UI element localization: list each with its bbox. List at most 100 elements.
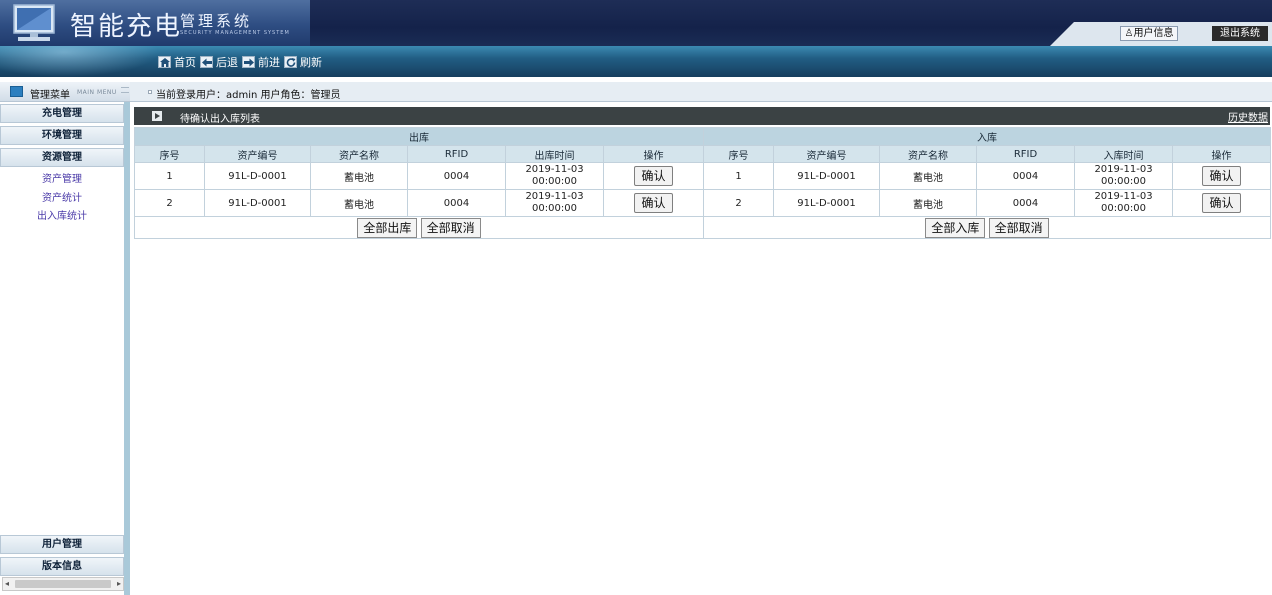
cell-time: 2019-11-03 00:00:00 <box>505 189 604 217</box>
menu-title-en: MAIN MENU <box>77 89 117 96</box>
table-row: 2 91L-D-0001 蓄电池 0004 2019-11-03 00:00:00… <box>134 189 704 217</box>
cell-clock: 00:00:00 <box>532 176 577 187</box>
outbound-table: 出库 序号 资产编号 资产名称 RFID 出库时间 操作 1 91L-D-000… <box>134 127 704 239</box>
confirm-button[interactable]: 确认 <box>634 166 673 186</box>
outbound-section-title: 出库 <box>134 127 704 146</box>
inbound-footer: 全部入库 全部取消 <box>703 216 1271 239</box>
cell-time: 2019-11-03 00:00:00 <box>1074 189 1173 217</box>
history-data-link[interactable]: 历史数据 <box>1228 109 1268 124</box>
panel-title-bar <box>134 107 1270 125</box>
sidebar-item-asset-statistics[interactable]: 资产统计 <box>0 189 124 204</box>
app-header: 智能充电 管理系统 SECURITY MANAGEMENT SYSTEM ♙用户… <box>0 0 1272 46</box>
column-header: RFID <box>407 145 506 163</box>
current-user-info: 当前登录用户：admin 用户角色：管理员 <box>156 90 341 101</box>
app-title: 智能充电 <box>70 12 183 42</box>
column-header: RFID <box>976 145 1075 163</box>
cell-asset-id: 91L-D-0001 <box>204 189 311 217</box>
app-subtitle-en: SECURITY MANAGEMENT SYSTEM <box>180 30 290 36</box>
cell-no: 2 <box>703 189 774 217</box>
play-icon <box>152 111 162 121</box>
sidebar-scrollbar[interactable]: ◂ ▸ <box>2 577 124 591</box>
cell-action: 确认 <box>603 189 704 217</box>
inbound-cancel-all-button[interactable]: 全部取消 <box>988 217 1049 238</box>
home-icon <box>158 56 171 68</box>
refresh-icon <box>284 56 297 68</box>
cell-clock: 00:00:00 <box>1101 203 1146 214</box>
cell-clock: 00:00:00 <box>1101 176 1146 187</box>
cell-no: 1 <box>134 162 205 190</box>
nav-forward-label: 前进 <box>258 56 280 69</box>
column-header: 序号 <box>134 145 205 163</box>
cell-date: 2019-11-03 <box>1094 164 1153 175</box>
confirm-button[interactable]: 确认 <box>1202 166 1241 186</box>
column-header: 资产名称 <box>879 145 977 163</box>
outbound-cancel-all-button[interactable]: 全部取消 <box>420 217 481 238</box>
inbound-section-title: 入库 <box>703 127 1271 146</box>
cell-clock: 00:00:00 <box>532 203 577 214</box>
arrow-left-icon <box>200 56 213 68</box>
cell-no: 2 <box>134 189 205 217</box>
column-header: 操作 <box>1172 145 1271 163</box>
cell-asset-name: 蓄电池 <box>310 189 408 217</box>
user-info-button[interactable]: ♙用户信息 <box>1120 26 1178 41</box>
app-subtitle: 管理系统 <box>180 12 253 30</box>
nav-home-label: 首页 <box>174 56 196 69</box>
sidebar-category-charging[interactable]: 充电管理 <box>0 104 124 123</box>
confirm-button[interactable]: 确认 <box>1202 193 1241 213</box>
column-header: 入库时间 <box>1074 145 1173 163</box>
outbound-all-button[interactable]: 全部出库 <box>357 217 418 238</box>
sidebar-item-inout-statistics[interactable]: 出入库统计 <box>0 207 124 222</box>
cell-asset-name: 蓄电池 <box>310 162 408 190</box>
sidebar-category-version[interactable]: 版本信息 <box>0 557 124 576</box>
confirm-button[interactable]: 确认 <box>634 193 673 213</box>
sidebar-category-users[interactable]: 用户管理 <box>0 535 124 554</box>
nav-toolbar: 首页 后退 前进 刷新 <box>158 54 326 70</box>
scrollbar-thumb[interactable] <box>15 580 111 588</box>
cell-asset-id: 91L-D-0001 <box>773 189 880 217</box>
scroll-left-icon[interactable]: ◂ <box>5 579 9 588</box>
sidebar-item-asset-management[interactable]: 资产管理 <box>0 170 124 185</box>
column-header: 操作 <box>603 145 704 163</box>
table-row: 2 91L-D-0001 蓄电池 0004 2019-11-03 00:00:00… <box>703 189 1271 217</box>
logout-button[interactable]: 退出系统 <box>1212 26 1268 41</box>
cell-no: 1 <box>703 162 774 190</box>
column-header: 资产名称 <box>310 145 408 163</box>
cell-rfid: 0004 <box>407 162 506 190</box>
cell-action: 确认 <box>603 162 704 190</box>
nav-back[interactable]: 后退 <box>200 54 238 70</box>
nav-back-label: 后退 <box>216 56 238 69</box>
table-row: 1 91L-D-0001 蓄电池 0004 2019-11-03 00:00:00… <box>134 162 704 190</box>
menu-toggle-icon[interactable] <box>121 87 129 93</box>
cell-asset-id: 91L-D-0001 <box>204 162 311 190</box>
sidebar-category-environment[interactable]: 环境管理 <box>0 126 124 145</box>
bullet-icon <box>148 90 152 94</box>
cell-action: 确认 <box>1172 189 1271 217</box>
arrow-right-icon <box>242 56 255 68</box>
inbound-all-button[interactable]: 全部入库 <box>925 217 986 238</box>
scroll-right-icon[interactable]: ▸ <box>117 579 121 588</box>
cell-action: 确认 <box>1172 162 1271 190</box>
user-info-label: 用户信息 <box>1133 28 1174 39</box>
outbound-footer: 全部出库 全部取消 <box>134 216 704 239</box>
logo-area: 智能充电 管理系统 SECURITY MANAGEMENT SYSTEM <box>0 0 310 46</box>
nav-refresh[interactable]: 刷新 <box>284 54 322 70</box>
nav-forward[interactable]: 前进 <box>242 54 280 70</box>
cell-date: 2019-11-03 <box>525 191 584 202</box>
cell-asset-name: 蓄电池 <box>879 189 977 217</box>
cell-rfid: 0004 <box>976 162 1075 190</box>
cell-rfid: 0004 <box>407 189 506 217</box>
column-header: 资产编号 <box>204 145 311 163</box>
nav-home[interactable]: 首页 <box>158 54 196 70</box>
cell-time: 2019-11-03 00:00:00 <box>505 162 604 190</box>
cell-rfid: 0004 <box>976 189 1075 217</box>
navbar-glow <box>0 46 160 77</box>
cell-date: 2019-11-03 <box>1094 191 1153 202</box>
table-row: 1 91L-D-0001 蓄电池 0004 2019-11-03 00:00:00… <box>703 162 1271 190</box>
cell-time: 2019-11-03 00:00:00 <box>1074 162 1173 190</box>
column-header: 序号 <box>703 145 774 163</box>
sidebar-category-resources[interactable]: 资源管理 <box>0 148 124 167</box>
inbound-table: 入库 序号 资产编号 资产名称 RFID 入库时间 操作 1 91L-D-000… <box>703 127 1271 239</box>
column-header: 资产编号 <box>773 145 880 163</box>
nav-refresh-label: 刷新 <box>300 56 322 69</box>
menu-icon <box>10 86 23 97</box>
